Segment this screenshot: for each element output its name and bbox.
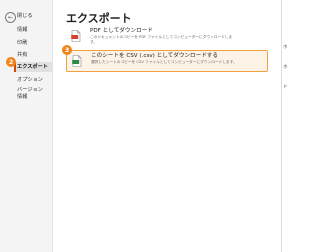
option-description: このドキュメントのコピーを PDF ファイルとしてコンピューターにダウンロードし… xyxy=(90,35,233,44)
nav-item-share[interactable]: 共有 xyxy=(17,52,27,59)
option-title: このシートを CSV (.csv) としてダウンロードする xyxy=(91,53,218,59)
download-pdf-option[interactable]: PDF としてダウンロード このドキュメントのコピーを PDF ファイルとしてコ… xyxy=(66,26,266,46)
step-badge-3: 3 xyxy=(62,45,72,55)
step-badge-2: 2 xyxy=(6,57,16,67)
option-description: 選択したシートのコピーを CSV ファイルとしてコンピューターにダウンロードしま… xyxy=(91,60,237,64)
nav-item-export[interactable]: エクスポート xyxy=(17,64,48,71)
nav-item-options[interactable]: オプション xyxy=(17,77,43,84)
edge-text: ホ xyxy=(283,45,288,50)
option-title: PDF としてダウンロード xyxy=(90,28,153,34)
background-sheet-edge xyxy=(281,0,293,252)
back-arrow-icon[interactable]: ← xyxy=(5,12,16,23)
edge-text: ホ xyxy=(283,65,288,70)
nav-item-info[interactable]: 情報 xyxy=(17,27,27,34)
csv-file-icon xyxy=(72,55,82,67)
pdf-file-icon xyxy=(71,30,81,42)
edge-text: ド xyxy=(283,85,288,90)
page-title: エクスポート xyxy=(66,12,132,25)
download-csv-option[interactable]: このシートを CSV (.csv) としてダウンロードする 選択したシートのコピ… xyxy=(66,50,268,72)
backstage-nav: ← 閉じる 情報 印刷 共有 エクスポート オプション バージョン情報 xyxy=(0,0,53,252)
close-nav-item[interactable]: 閉じる xyxy=(17,13,33,20)
nav-item-version[interactable]: バージョン情報 xyxy=(17,87,47,101)
file-backstage: ← 閉じる 情報 印刷 共有 エクスポート オプション バージョン情報 2 エク… xyxy=(0,0,293,252)
nav-item-print[interactable]: 印刷 xyxy=(17,40,27,47)
